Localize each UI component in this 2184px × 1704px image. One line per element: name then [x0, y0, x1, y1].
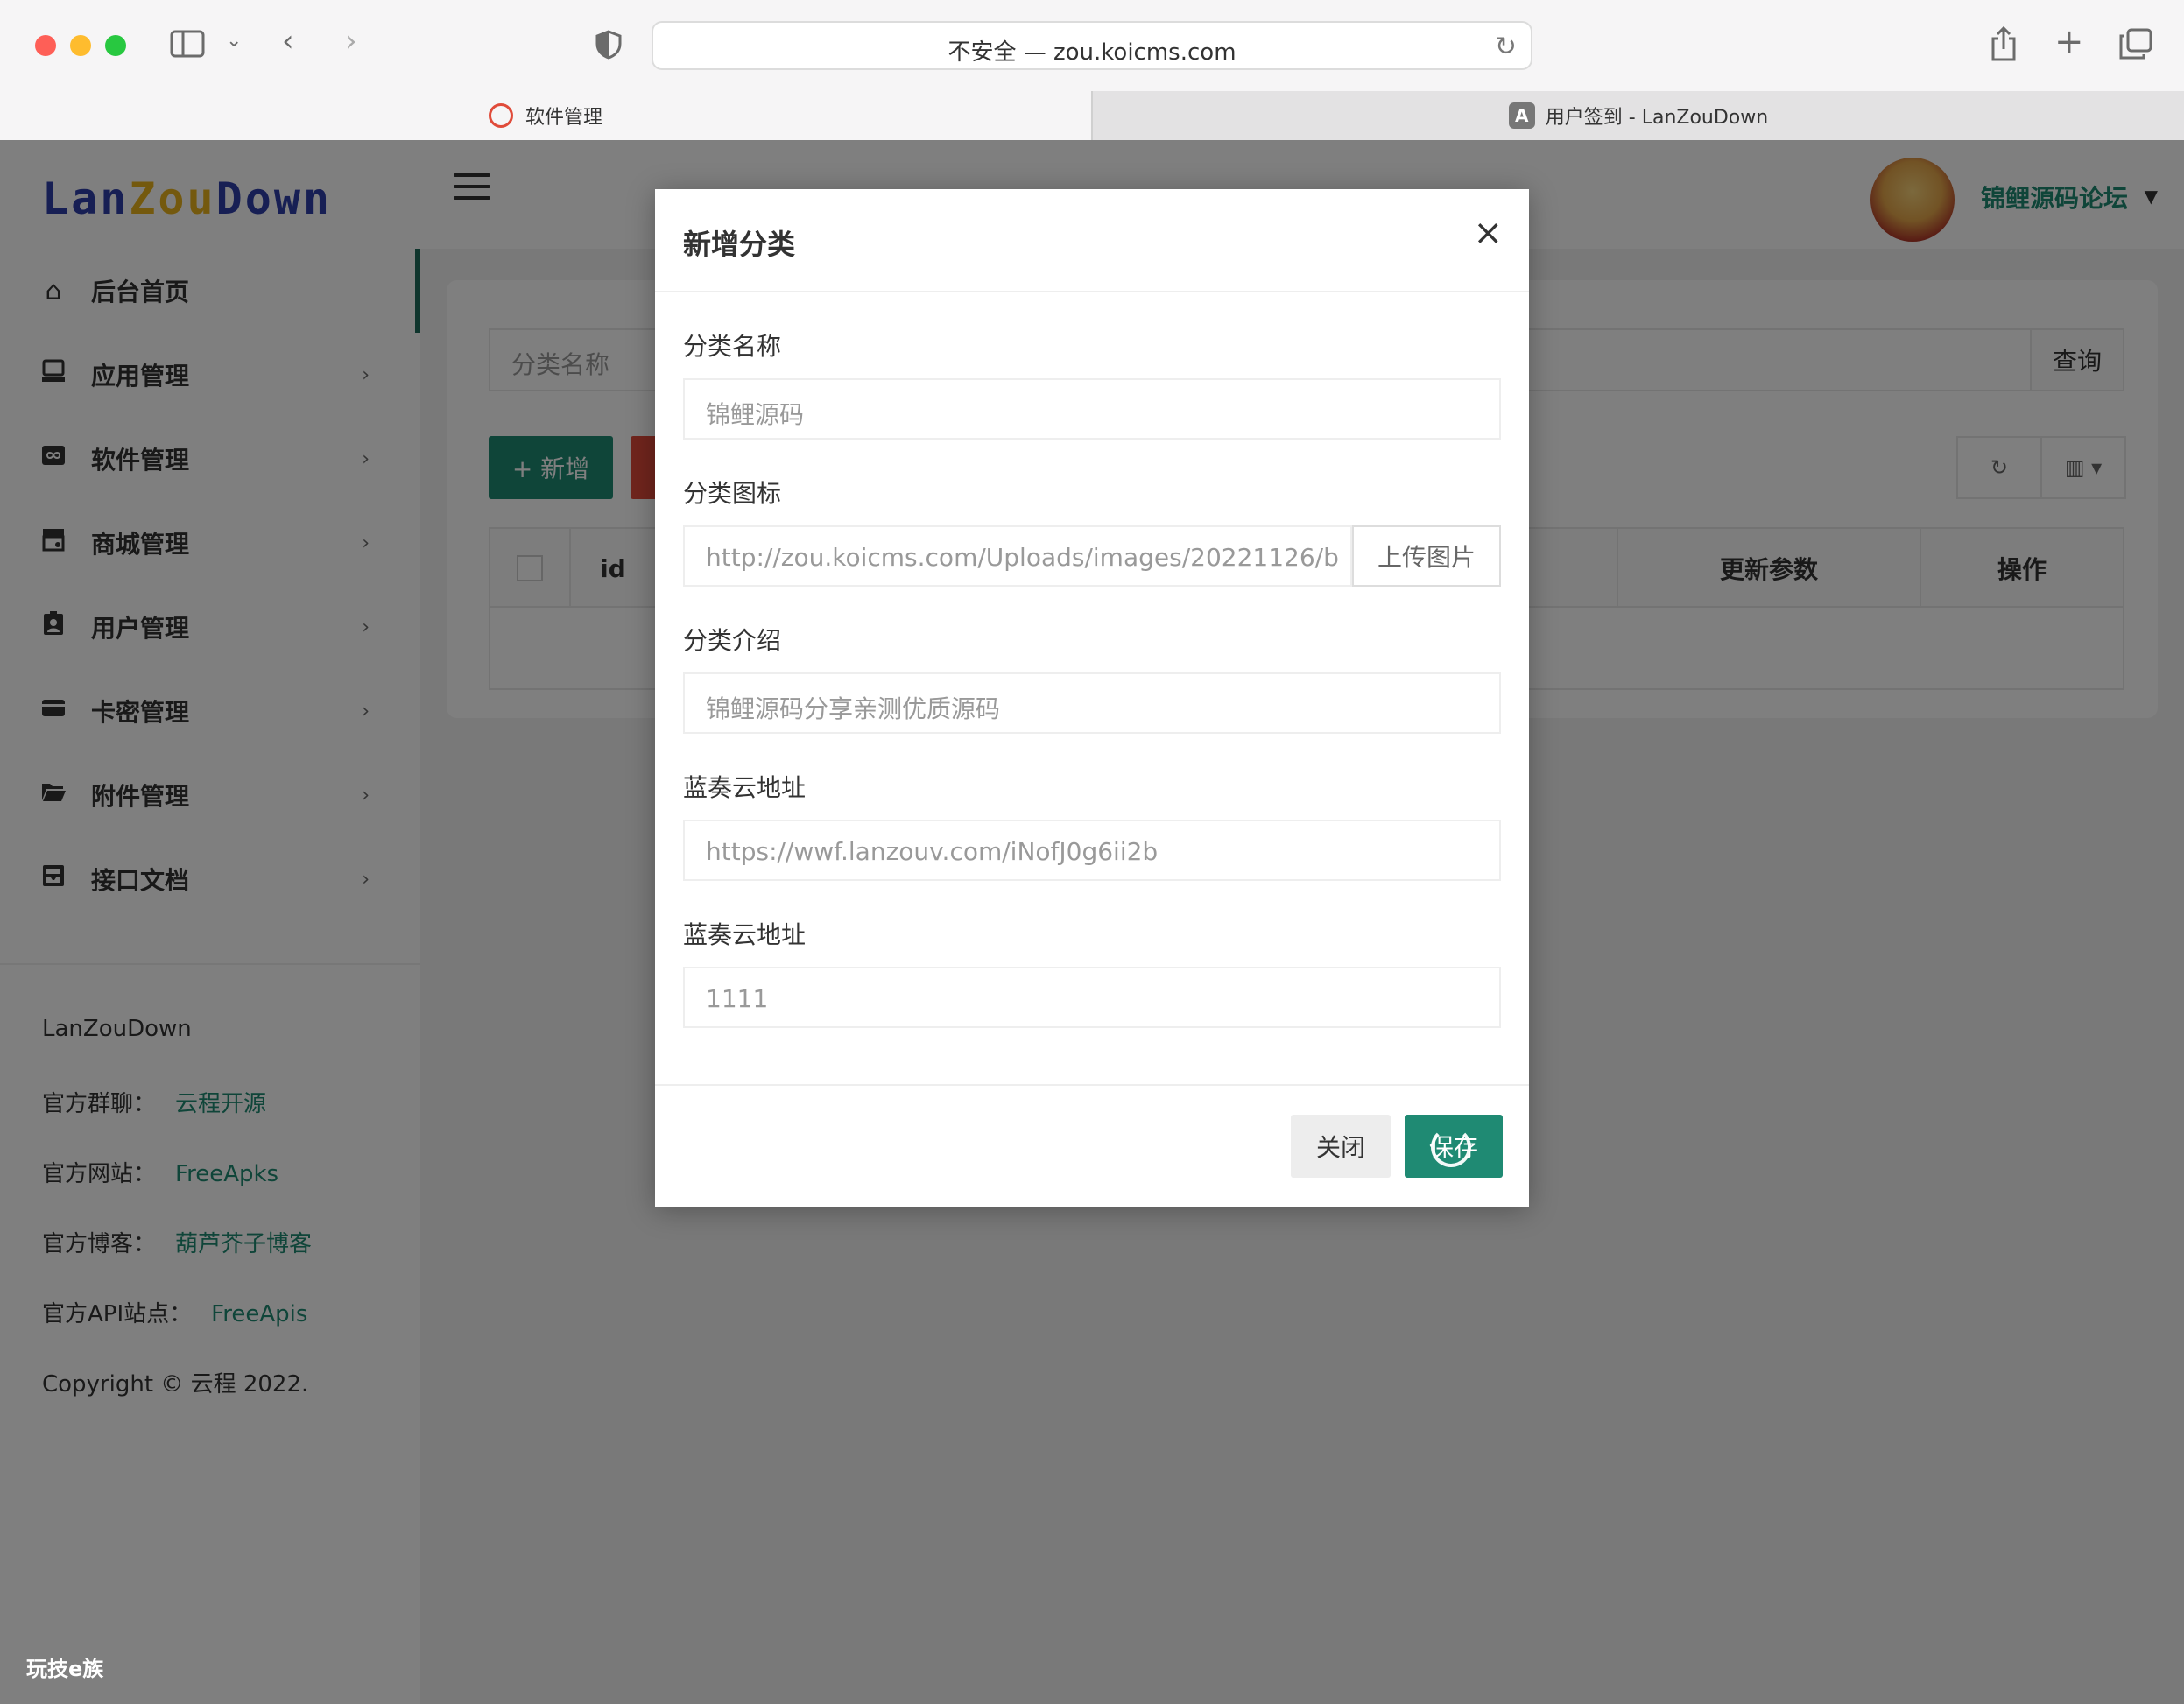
input-placeholder: 锦鲤源码	[706, 400, 805, 429]
input-placeholder: http://zou.koicms.com/Uploads/images/202…	[706, 543, 1338, 572]
url-text: 不安全 — zou.koicms.com	[948, 39, 1236, 66]
share-icon[interactable]	[1990, 25, 2018, 67]
dialog-header: 新增分类 ×	[655, 189, 1529, 292]
tab-label: 用户签到 - LanZouDown	[1545, 107, 1769, 129]
close-icon[interactable]: ×	[1473, 215, 1503, 250]
reload-icon[interactable]: ↻	[1495, 32, 1517, 62]
dialog-footer: 关闭 保存	[655, 1084, 1529, 1207]
lanzou-url-input-2[interactable]: 1111	[683, 967, 1501, 1028]
field-label-category-intro: 分类介绍	[683, 626, 782, 655]
window-zoom-button[interactable]	[105, 35, 126, 56]
save-button[interactable]: 保存	[1405, 1115, 1503, 1178]
address-bar[interactable]: 不安全 — zou.koicms.com ↻	[652, 21, 1532, 70]
watermark: 玩技e族	[26, 1657, 104, 1681]
field-label-lanzou-url-2: 蓝奏云地址	[683, 920, 807, 949]
tab-overview-icon[interactable]	[2119, 28, 2152, 65]
forward-icon[interactable]: ›	[345, 26, 357, 56]
input-placeholder: 1111	[706, 984, 769, 1013]
close-button[interactable]: 关闭	[1291, 1115, 1391, 1178]
field-label-category-name: 分类名称	[683, 332, 782, 361]
input-placeholder: https://wwf.lanzouv.com/iNofJ0g6ii2b	[706, 837, 1159, 866]
shield-icon[interactable]	[595, 30, 622, 65]
tab-user-signin[interactable]: A 用户签到 - LanZouDown	[1091, 91, 2184, 140]
lanzou-url-input[interactable]: https://wwf.lanzouv.com/iNofJ0g6ii2b	[683, 820, 1501, 881]
new-tab-icon[interactable]: +	[2054, 25, 2084, 60]
dialog-title: 新增分类	[683, 228, 796, 261]
chevron-down-icon[interactable]: ⌄	[226, 32, 242, 51]
add-category-dialog: 新增分类 × 分类名称 锦鲤源码 分类图标 http://zou.koicms.…	[655, 189, 1529, 1207]
browser-toolbar: ⌄ ‹ › 不安全 — zou.koicms.com ↻ +	[0, 0, 2184, 91]
tab-label: 软件管理	[525, 107, 602, 129]
tab-bar: 软件管理 A 用户签到 - LanZouDown	[0, 91, 2184, 140]
letter-favicon-icon: A	[1508, 102, 1535, 129]
category-intro-input[interactable]: 锦鲤源码分享亲测优质源码	[683, 672, 1501, 734]
tab-software-management[interactable]: 软件管理	[0, 91, 1091, 140]
upload-image-button[interactable]: 上传图片	[1352, 525, 1501, 587]
browser-chrome: ⌄ ‹ › 不安全 — zou.koicms.com ↻ + 软件管理 A 用户…	[0, 0, 2184, 140]
back-icon[interactable]: ‹	[282, 26, 294, 56]
loading-spinner-icon	[1431, 1127, 1471, 1167]
sidebar-toggle-icon[interactable]	[170, 30, 205, 63]
window-close-button[interactable]	[35, 35, 56, 56]
window-minimize-button[interactable]	[70, 35, 91, 56]
field-label-lanzou-url: 蓝奏云地址	[683, 773, 807, 802]
field-label-category-icon: 分类图标	[683, 479, 782, 508]
category-icon-input[interactable]: http://zou.koicms.com/Uploads/images/202…	[683, 525, 1352, 587]
input-placeholder: 锦鲤源码分享亲测优质源码	[706, 694, 1001, 723]
category-name-input[interactable]: 锦鲤源码	[683, 378, 1501, 440]
site-favicon-icon	[488, 103, 513, 128]
